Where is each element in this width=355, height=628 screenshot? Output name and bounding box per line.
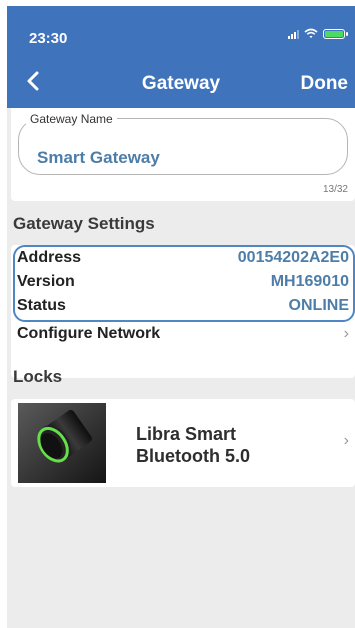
status-label: Status xyxy=(17,297,66,314)
lock-name-line2: Bluetooth 5.0 xyxy=(136,446,251,466)
wifi-icon xyxy=(304,28,318,38)
gateway-settings-card: Address 00154202A2E0 Version MH169010 St… xyxy=(11,245,355,378)
version-row: Version MH169010 xyxy=(17,273,349,291)
gateway-name-value[interactable]: Smart Gateway xyxy=(37,148,160,168)
locks-heading: Locks xyxy=(13,367,63,386)
version-value: MH169010 xyxy=(270,273,349,290)
configure-network-row[interactable]: Configure Network › xyxy=(17,325,349,343)
gateway-name-field[interactable]: Smart Gateway xyxy=(18,118,348,175)
lock-list-item[interactable]: Libra Smart Bluetooth 5.0 › xyxy=(11,399,355,487)
address-value: 00154202A2E0 xyxy=(237,249,349,266)
lock-image xyxy=(18,403,106,483)
address-label: Address xyxy=(17,249,82,266)
address-row: Address 00154202A2E0 xyxy=(17,249,349,267)
character-counter: 13/32 xyxy=(322,184,348,195)
gateway-name-label: Gateway Name xyxy=(26,112,117,126)
done-button[interactable]: Done xyxy=(301,73,349,95)
status-value: ONLINE xyxy=(288,297,349,314)
lock-name: Libra Smart Bluetooth 5.0 xyxy=(136,423,250,467)
status-row: Status ONLINE xyxy=(17,297,349,315)
status-time: 23:30 xyxy=(29,30,68,47)
chevron-right-icon: › xyxy=(343,432,349,449)
gateway-name-card: Smart Gateway Gateway Name 13/32 xyxy=(11,108,355,201)
header-bar: 23:30 Gateway Done xyxy=(7,6,355,108)
gateway-settings-heading: Gateway Settings xyxy=(13,214,155,233)
version-label: Version xyxy=(17,273,75,290)
status-icons xyxy=(288,28,348,39)
chevron-right-icon: › xyxy=(343,325,349,342)
lock-name-line1: Libra Smart xyxy=(136,424,237,444)
app-screen: 23:30 Gateway Done Smart Gateway Gateway… xyxy=(7,6,355,628)
signal-icon xyxy=(288,29,299,39)
configure-network-label: Configure Network xyxy=(17,325,161,342)
battery-icon xyxy=(323,28,348,39)
